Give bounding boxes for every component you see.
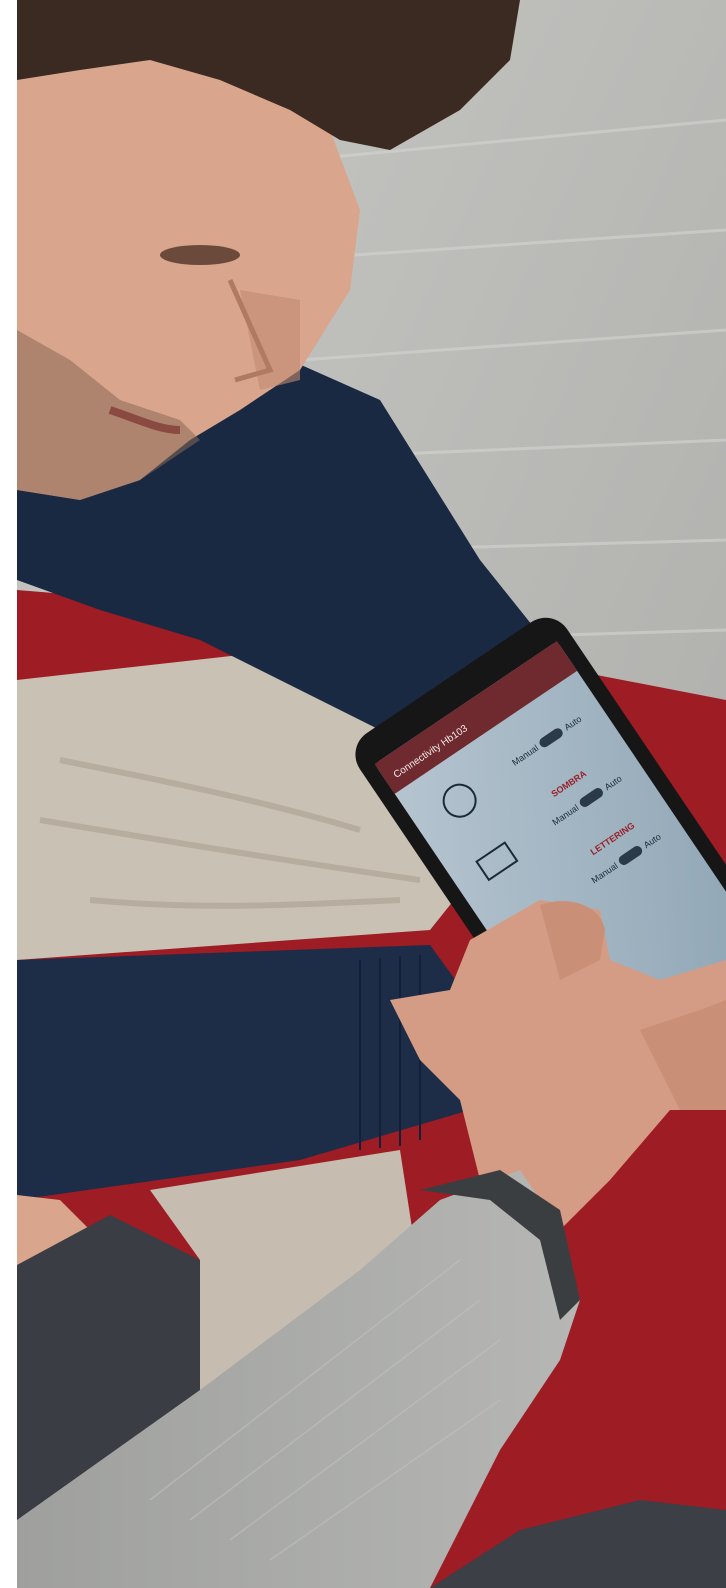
photo-scene: Connectivity Hb103 Manual Auto SOMBRA Ma…	[0, 0, 726, 1588]
eye-lid	[160, 245, 240, 265]
photo-illustration: Connectivity Hb103 Manual Auto SOMBRA Ma…	[0, 0, 726, 1588]
left-margin	[0, 0, 17, 1588]
